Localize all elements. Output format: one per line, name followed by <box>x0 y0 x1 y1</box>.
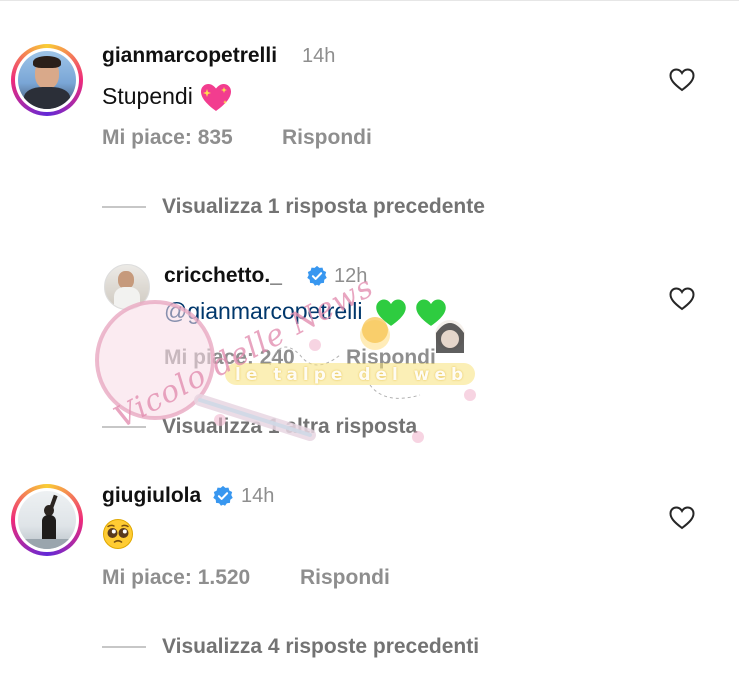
heart-icon[interactable] <box>669 506 695 530</box>
like-count: Mi piace: 835 <box>102 126 233 149</box>
mention-link[interactable]: @gianmarcopetrelli <box>164 298 363 324</box>
comment-text <box>102 518 134 550</box>
thread-divider <box>102 426 146 428</box>
reply-button[interactable]: Rispondi <box>282 126 372 150</box>
verified-badge-icon <box>307 265 327 286</box>
thread-divider <box>102 206 146 208</box>
avatar <box>18 51 76 109</box>
like-count: Mi piace: 240 <box>164 346 295 369</box>
avatar-story-ring[interactable] <box>11 484 83 556</box>
avatar <box>18 491 76 549</box>
green-heart-icon <box>376 299 406 326</box>
comment-text: @gianmarcopetrelli <box>164 298 447 328</box>
thread-divider <box>102 646 146 648</box>
heart-icon[interactable] <box>669 287 695 311</box>
view-replies-button[interactable]: Visualizza 1 altra risposta <box>162 415 417 439</box>
comment-text: Stupendi <box>102 82 233 114</box>
view-replies-button[interactable]: Visualizza 1 risposta precedente <box>162 195 485 219</box>
comment-text-content: Stupendi <box>102 83 193 110</box>
like-count: Mi piace: 1.520 <box>102 566 251 589</box>
comment-username[interactable]: cricchetto._ <box>164 264 282 288</box>
reply-button[interactable]: Rispondi <box>300 566 390 590</box>
sparkling-heart-icon <box>201 84 232 111</box>
avatar[interactable] <box>104 264 150 310</box>
top-divider <box>0 0 739 1</box>
green-heart-icon <box>416 299 447 326</box>
avatar-story-ring[interactable] <box>11 44 83 116</box>
comment-time: 14h <box>302 45 336 67</box>
reply-button[interactable]: Rispondi <box>346 346 436 370</box>
comment-time: 14h <box>241 485 275 507</box>
view-replies-button[interactable]: Visualizza 4 risposte precedenti <box>162 635 479 659</box>
comment-username[interactable]: giugiulola <box>102 484 201 508</box>
heart-icon[interactable] <box>669 68 695 92</box>
pleading-face-icon <box>103 519 133 549</box>
comment-time: 12h <box>334 265 368 287</box>
comment-username[interactable]: gianmarcopetrelli <box>102 44 277 68</box>
verified-badge-icon <box>213 485 233 506</box>
